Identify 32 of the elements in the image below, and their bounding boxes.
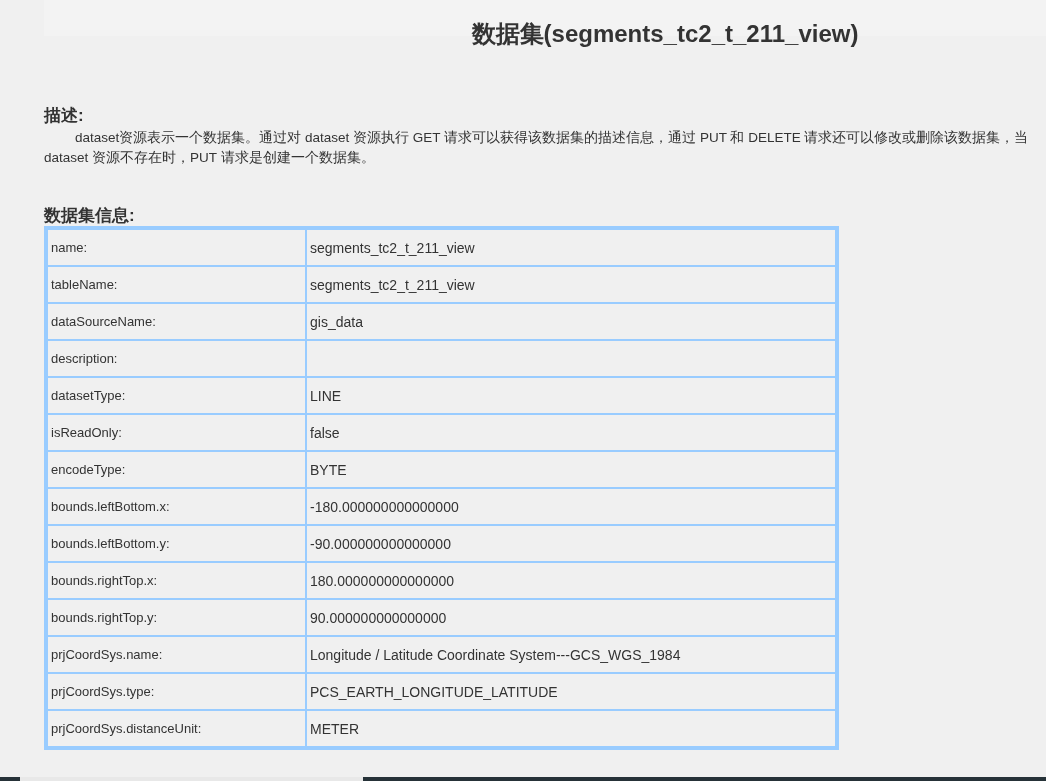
table-cell: bounds.rightTop.y: <box>47 599 306 636</box>
table-cell: bounds.leftBottom.y: <box>47 525 306 562</box>
horizontal-scrollbar[interactable] <box>0 777 1046 781</box>
table-cell: BYTE <box>306 451 836 488</box>
table-cell: datasetType: <box>47 377 306 414</box>
description-text: dataset资源表示一个数据集。通过对 dataset 资源执行 GET 请求可以获得该数据集的描述信息，通过 PUT 和 DELETE 请求还可以修改或删除该数据集，当dataset 资源不存在时，PUT 请求是创建一个数据集。 <box>44 129 1030 167</box>
table-cell: Longitude / Latitude Coordinate System---GCS_WGS_1984 <box>306 636 836 673</box>
table-cell: dataSourceName: <box>47 303 306 340</box>
table-cell: 180.000000000000000 <box>306 562 836 599</box>
table-cell: isReadOnly: <box>47 414 306 451</box>
table-cell: 90.000000000000000 <box>306 599 836 636</box>
table-cell: segments_tc2_t_211_view <box>306 266 836 303</box>
table-cell: prjCoordSys.distanceUnit: <box>47 710 306 747</box>
table-cell: segments_tc2_t_211_view <box>306 229 836 266</box>
table-cell: description: <box>47 340 306 377</box>
table-cell: prjCoordSys.type: <box>47 673 306 710</box>
table-cell: METER <box>306 710 836 747</box>
table-cell: LINE <box>306 377 836 414</box>
table-cell: -180.000000000000000 <box>306 488 836 525</box>
table-cell: false <box>306 414 836 451</box>
table-cell: gis_data <box>306 303 836 340</box>
table-cell: -90.000000000000000 <box>306 525 836 562</box>
table-cell: bounds.leftBottom.x: <box>47 488 306 525</box>
table-cell: prjCoordSys.name: <box>47 636 306 673</box>
table-cell: name: <box>47 229 306 266</box>
table-cell: bounds.rightTop.x: <box>47 562 306 599</box>
table-cell: tableName: <box>47 266 306 303</box>
table-cell: PCS_EARTH_LONGITUDE_LATITUDE <box>306 673 836 710</box>
section-heading: 数据集信息: <box>44 206 135 226</box>
table-cell: encodeType: <box>47 451 306 488</box>
page-title: 数据集(segments_tc2_t_211_view) <box>470 19 859 49</box>
section-heading: 描述: <box>44 106 84 126</box>
